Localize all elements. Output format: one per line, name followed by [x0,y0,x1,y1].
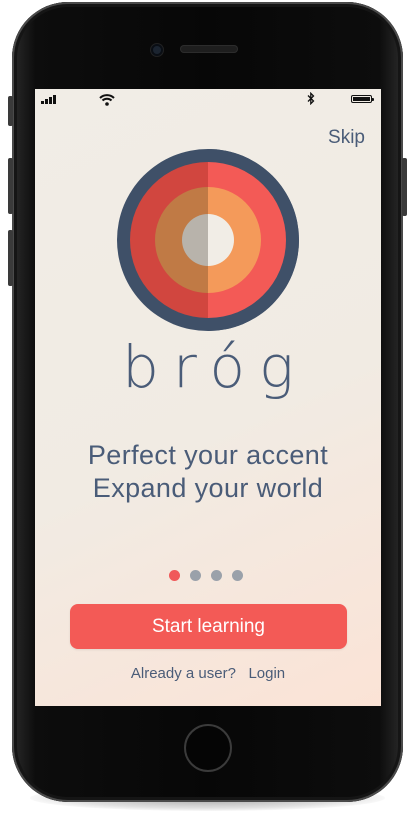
stage: Skip bróg Perfect your accent Expand you… [0,0,415,818]
wifi-icon [99,93,115,111]
power-button [402,158,407,216]
brand-wordmark: bróg [122,333,308,401]
front-camera [151,44,163,56]
start-learning-button[interactable]: Start learning [70,604,347,649]
home-button[interactable] [184,724,232,772]
concentric-circles-logo [117,149,299,336]
tagline-line-2: Expand your world [92,473,324,503]
signal-bars-icon [41,95,56,104]
login-row: Already a user? Login [35,665,381,682]
mute-switch [8,96,13,126]
already-user-text: Already a user? [130,665,236,682]
page-dot-1[interactable] [169,570,180,581]
skip-button[interactable]: Skip [328,127,365,149]
battery-icon [351,95,374,103]
page-dot-4[interactable] [232,570,243,581]
onboarding-screen: Skip bróg Perfect your accent Expand you… [35,89,381,706]
status-bar [35,89,381,109]
tagline-line-1: Perfect your accent [87,440,329,470]
login-link[interactable]: Login [248,665,285,682]
bluetooth-icon [307,91,315,110]
earpiece-speaker [180,45,238,53]
volume-down-button [8,230,13,286]
page-dot-2[interactable] [190,570,201,581]
tagline: Perfect your accent Expand your world [35,439,381,505]
page-indicator [169,570,243,581]
volume-up-button [8,158,13,214]
page-dot-3[interactable] [211,570,222,581]
